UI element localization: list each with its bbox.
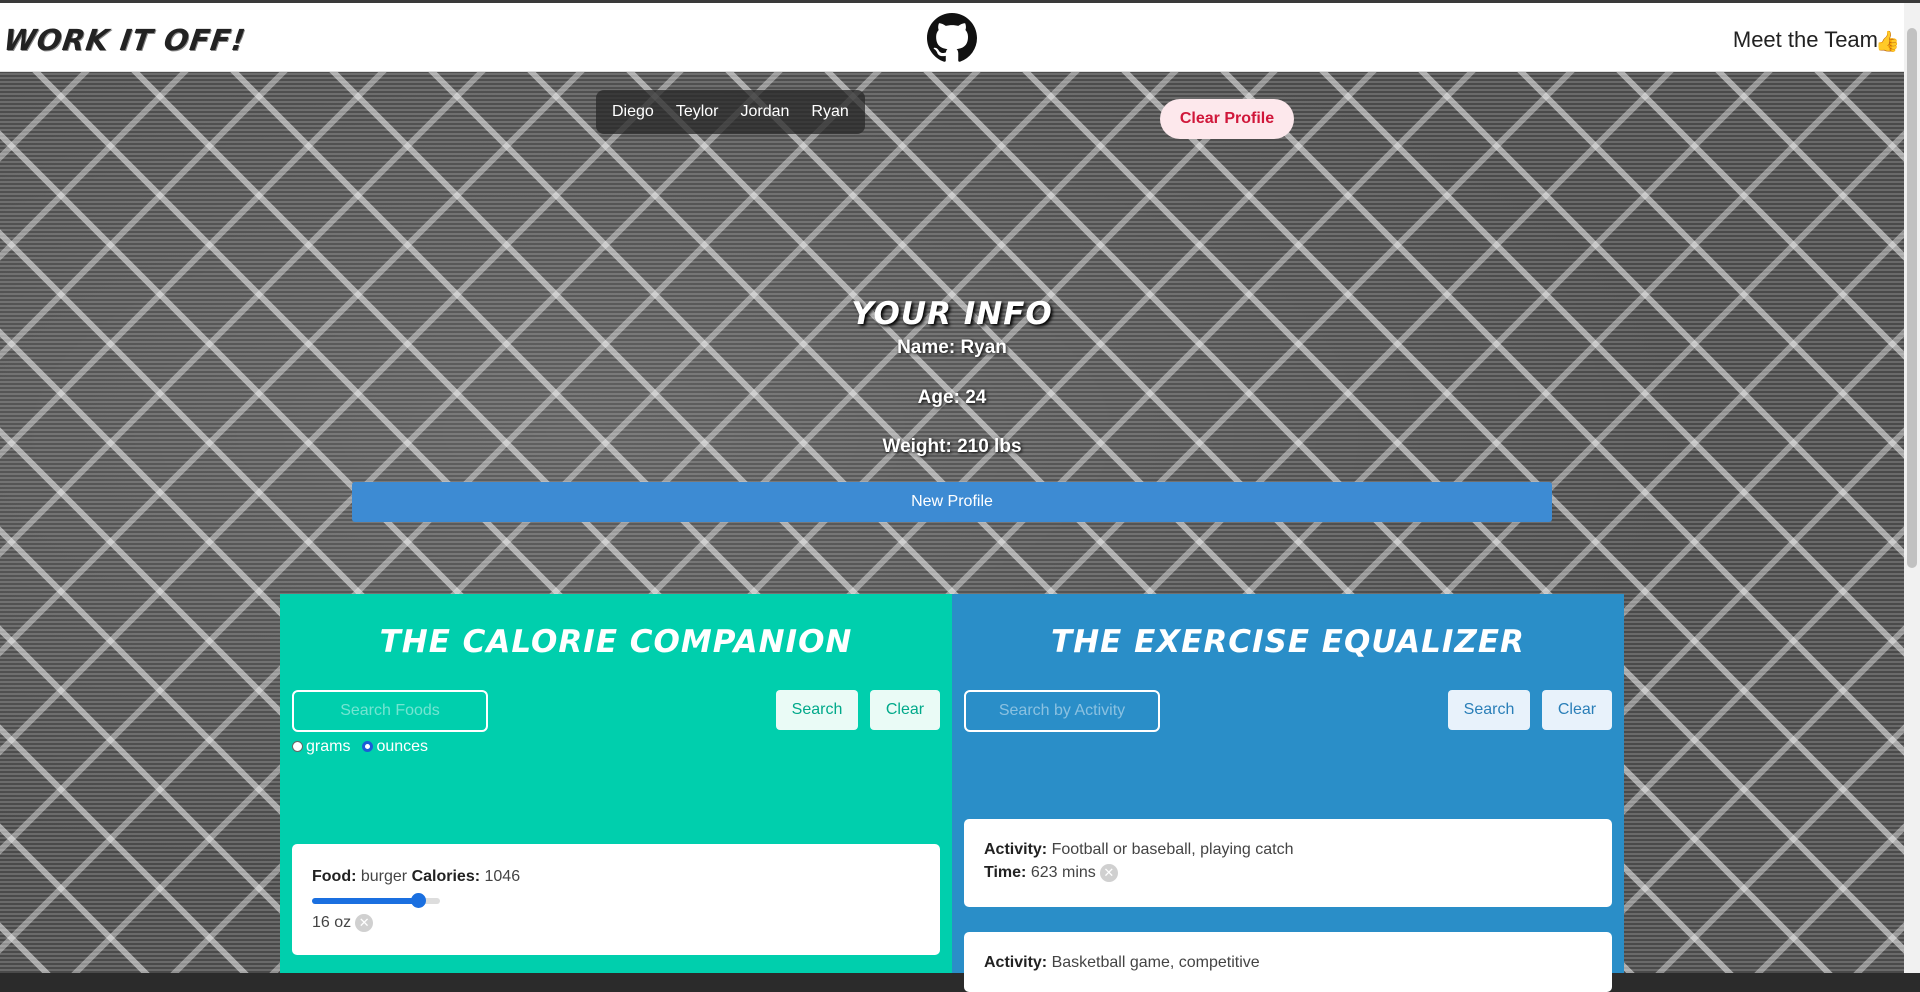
age-value: 24	[965, 387, 987, 408]
profile-tab-diego[interactable]: Diego	[604, 97, 662, 127]
age-label: Age:	[917, 387, 960, 408]
time-line: Time: 623 mins ✕	[984, 864, 1118, 882]
activity-clear-button[interactable]: Clear	[1542, 690, 1612, 730]
activity-entry-card: Activity: Football or baseball, playing …	[964, 819, 1612, 907]
info-name: Name: Ryan	[0, 337, 1904, 359]
activity-entry-card: Activity: Basketball game, competitive	[964, 932, 1612, 992]
meet-team-link[interactable]: Meet the Team	[1733, 27, 1878, 53]
exercise-equalizer-panel: THE EXERCISE EQUALIZER Search Clear Acti…	[952, 594, 1624, 992]
slider-fill	[312, 898, 419, 904]
remove-icon[interactable]: ✕	[1099, 864, 1118, 882]
remove-icon[interactable]: ✕	[355, 914, 374, 932]
food-search-button[interactable]: Search	[776, 690, 858, 730]
food-clear-button[interactable]: Clear	[870, 690, 940, 730]
weight-label: Weight:	[882, 436, 952, 457]
activity-line: Activity: Basketball game, competitive	[984, 954, 1260, 972]
grams-radio[interactable]	[292, 741, 303, 752]
profile-tab-jordan[interactable]: Jordan	[733, 97, 798, 127]
ounces-label: ounces	[376, 738, 429, 755]
navbar: WORK IT OFF! Meet the Team 👍	[0, 3, 1904, 72]
activity-search-button[interactable]: Search	[1448, 690, 1530, 730]
thumbs-up-icon: 👍	[1875, 31, 1900, 53]
your-info-title: YOUR INFO	[851, 296, 1053, 332]
info-age: Age: 24	[0, 387, 1904, 409]
calorie-companion-panel: THE CALORIE COMPANION Search Clear grams…	[280, 594, 952, 973]
food-value: burger	[360, 868, 408, 885]
grams-label: grams	[306, 738, 351, 755]
activity-value: Football or baseball, playing catch	[1051, 841, 1294, 858]
amount-value: 16 oz	[312, 914, 352, 931]
activity-line: Activity: Football or baseball, playing …	[984, 841, 1294, 859]
brand-logo[interactable]: WORK IT OFF!	[2, 23, 248, 57]
activity-search-input[interactable]	[964, 690, 1160, 732]
activity-label: Activity:	[984, 841, 1048, 858]
github-icon[interactable]	[927, 13, 977, 63]
weight-value: 210 lbs	[957, 436, 1022, 457]
ounces-option[interactable]: ounces	[362, 738, 428, 756]
activity-label: Activity:	[984, 954, 1048, 971]
food-label: Food:	[312, 868, 357, 885]
portion-slider[interactable]	[312, 893, 440, 908]
scrollbar-thumb[interactable]	[1907, 28, 1917, 568]
new-profile-button[interactable]: New Profile	[352, 482, 1552, 522]
slider-knob[interactable]	[410, 893, 426, 908]
exercise-title: THE EXERCISE EQUALIZER	[1051, 624, 1525, 660]
calories-label: Calories:	[411, 868, 481, 885]
profile-selector: Diego Teylor Jordan Ryan	[596, 90, 865, 134]
food-entry-card: Food: burger Calories: 1046 16 oz ✕	[292, 844, 940, 955]
name-value: Ryan	[960, 337, 1007, 358]
food-entry-text: Food: burger Calories: 1046	[312, 868, 520, 886]
time-value: 623 mins	[1030, 864, 1096, 881]
ounces-radio[interactable]	[362, 741, 374, 752]
portion-amount: 16 oz ✕	[312, 914, 374, 932]
activity-value: Basketball game, competitive	[1051, 954, 1260, 971]
calorie-title: THE CALORIE COMPANION	[379, 624, 853, 660]
time-label: Time:	[984, 864, 1027, 881]
profile-tab-teylor[interactable]: Teylor	[668, 97, 727, 127]
calories-value: 1046	[484, 868, 521, 885]
name-label: Name:	[897, 337, 956, 358]
unit-radio-group: grams ounces	[292, 738, 428, 756]
profile-tab-ryan[interactable]: Ryan	[803, 97, 856, 127]
food-search-input[interactable]	[292, 690, 488, 732]
info-weight: Weight: 210 lbs	[0, 436, 1904, 458]
grams-option[interactable]: grams	[292, 738, 350, 756]
clear-profile-button[interactable]: Clear Profile	[1160, 99, 1294, 139]
